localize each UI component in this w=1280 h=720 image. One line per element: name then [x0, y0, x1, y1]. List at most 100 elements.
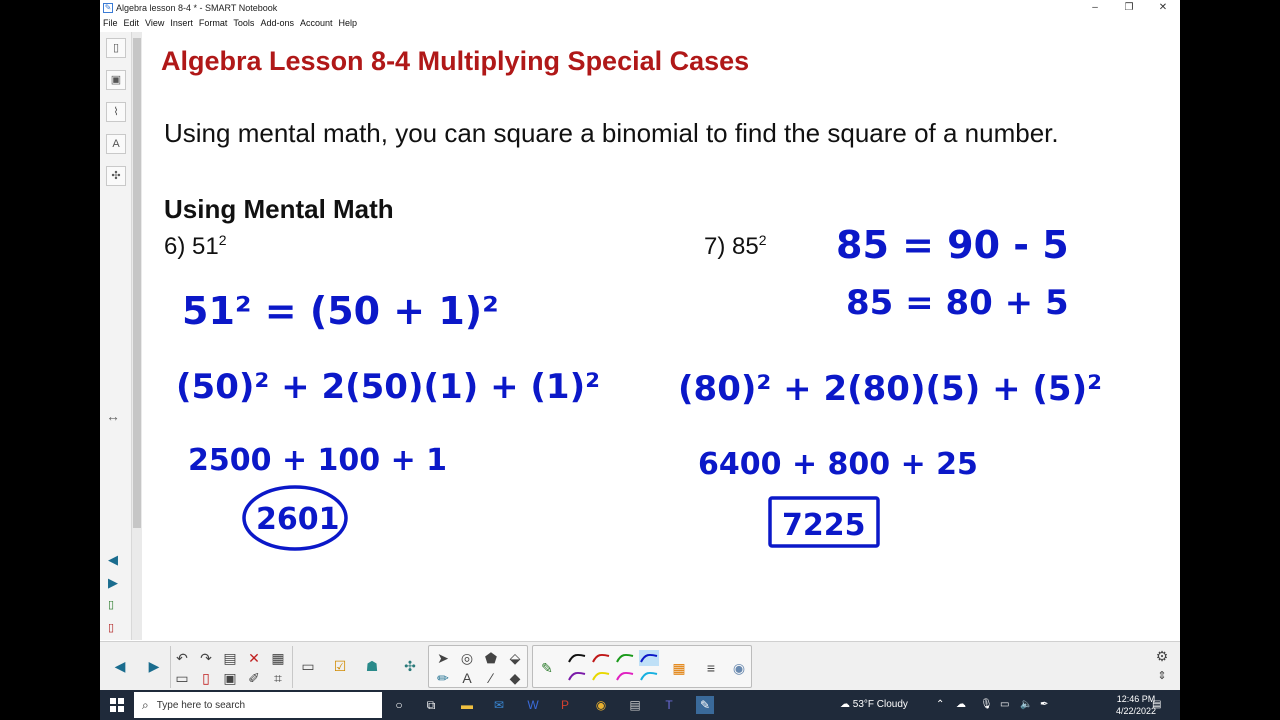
ink-6-line3: 2500 + 100 + 1 — [188, 443, 447, 478]
menu-format[interactable]: Format — [199, 18, 228, 28]
smart-notebook-taskbar-icon[interactable]: ✎ — [696, 696, 714, 714]
line-tool-icon[interactable]: ∕ — [481, 668, 501, 688]
pen-cyan-icon[interactable] — [639, 668, 659, 684]
effects-icon[interactable]: ◉ — [729, 658, 749, 678]
show-hidden-icons-icon[interactable]: ⌃ — [936, 699, 944, 710]
menu-insert[interactable]: Insert — [170, 18, 193, 28]
clock[interactable]: 12:46 PM 4/22/2022 — [1116, 693, 1156, 717]
toolbar-position-icon[interactable]: ⇕ — [1152, 666, 1172, 686]
addons-icon[interactable]: ✣ — [400, 656, 420, 676]
pen-black-icon[interactable] — [567, 650, 587, 666]
color-palette-icon[interactable]: ▦ — [669, 658, 689, 678]
menu-account[interactable]: Account — [300, 18, 333, 28]
format-painter-icon[interactable]: ✐ — [244, 668, 264, 688]
gallery-icon[interactable]: ▣ — [106, 70, 126, 90]
tool-group-pens: ✎ ▦ ≡ ◉ — [532, 645, 752, 688]
select-arrow-icon[interactable]: ➤ — [433, 648, 453, 668]
response-icon[interactable]: ☑ — [330, 656, 350, 676]
ink-7-line1: 85 = 90 - 5 — [836, 223, 1069, 267]
pen-workspace-icon[interactable]: ✒ — [1040, 699, 1048, 710]
attachments-icon[interactable]: ⌇ — [106, 102, 126, 122]
network-icon[interactable]: ▭ — [1000, 699, 1009, 710]
pdf-icon[interactable]: ▯ — [196, 668, 216, 688]
title-bar: ✎ Algebra lesson 8-4 * - SMART Notebook … — [100, 0, 1180, 16]
minimize-button[interactable]: – — [1078, 0, 1112, 16]
magic-pen-icon[interactable]: ◎ — [457, 648, 477, 668]
undo-icon[interactable]: ↶ — [172, 648, 192, 668]
next-page-icon[interactable]: ▶ — [144, 656, 164, 676]
add-page-icon[interactable]: ▯ — [108, 598, 114, 611]
pen-tool-icon[interactable]: ✎ — [537, 658, 557, 678]
previous-page-arrow-icon[interactable]: ◀ — [108, 552, 118, 568]
pens-icon[interactable]: ✏ — [433, 668, 453, 688]
cortana-icon[interactable]: ○ — [390, 696, 408, 714]
paste-icon[interactable]: ▤ — [220, 648, 240, 668]
addons-puzzle-icon[interactable]: ✣ — [106, 166, 126, 186]
windows-start-icon[interactable] — [110, 698, 124, 712]
menu-view[interactable]: View — [145, 18, 164, 28]
pen-yellow-icon[interactable] — [591, 668, 611, 684]
next-page-arrow-icon[interactable]: ▶ — [108, 575, 118, 591]
redo-icon[interactable]: ↷ — [196, 648, 216, 668]
cloud-icon: ☁ — [840, 699, 853, 710]
ink-7-line2: 85 = 80 + 5 — [846, 283, 1069, 323]
window-controls: – ❐ ✕ — [1078, 0, 1180, 16]
notifications-icon[interactable]: ▤ — [1152, 699, 1161, 710]
mail-icon[interactable]: ✉ — [490, 696, 508, 714]
menu-tools[interactable]: Tools — [233, 18, 254, 28]
save-icon[interactable]: ▣ — [220, 668, 240, 688]
teams-icon[interactable]: T — [660, 696, 678, 714]
chrome-icon[interactable]: ◉ — [592, 696, 610, 714]
side-tab-panel: ▯ ▣ ⌇ A ✣ ↔ ◀ ▶ ▯ ▯ — [100, 32, 132, 640]
ink-6-answer: 2601 — [256, 502, 340, 537]
file-explorer-icon[interactable]: ▬ — [458, 696, 476, 714]
menu-file[interactable]: File — [103, 18, 118, 28]
scrollbar-thumb[interactable] — [133, 38, 141, 528]
app-icon[interactable]: ▤ — [626, 696, 644, 714]
shapes-icon[interactable]: ⬟ — [481, 648, 501, 668]
word-icon[interactable]: W — [524, 696, 542, 714]
text-tool-icon[interactable]: A — [457, 668, 477, 688]
fill-icon[interactable]: ⬙ — [505, 648, 525, 668]
pen-pink-icon[interactable] — [615, 668, 635, 684]
eraser-icon[interactable]: ◆ — [505, 668, 525, 688]
tool-group-select: ➤ ◎ ⬟ ⬙ ✏ A ∕ ◆ — [428, 645, 528, 688]
notebook-page[interactable]: Algebra Lesson 8-4 Multiplying Special C… — [142, 32, 1180, 640]
vertical-scrollbar[interactable] — [132, 32, 142, 640]
lab-activity-icon[interactable]: ☗ — [362, 656, 382, 676]
delete-page-icon[interactable]: ▯ — [108, 621, 114, 634]
smart-notebook-app-icon: ✎ — [103, 3, 113, 13]
restore-button[interactable]: ❐ — [1112, 0, 1146, 16]
onedrive-icon[interactable]: ☁ — [956, 699, 966, 710]
weather-widget[interactable]: ☁ 53°F Cloudy — [840, 699, 908, 710]
ink-7-line3: (80)² + 2(80)(5) + (5)² — [678, 369, 1102, 409]
pen-green-icon[interactable] — [615, 650, 635, 666]
pen-purple-icon[interactable] — [567, 668, 587, 684]
properties-icon[interactable]: A — [106, 134, 126, 154]
microphone-icon[interactable]: 🎙 — [980, 699, 993, 710]
menu-addons[interactable]: Add-ons — [260, 18, 294, 28]
window-title: Algebra lesson 8-4 * - SMART Notebook — [116, 3, 278, 13]
pen-red-icon[interactable] — [591, 650, 611, 666]
toolbar-separator — [292, 646, 293, 688]
open-file-icon[interactable]: ▭ — [172, 668, 192, 688]
close-button[interactable]: ✕ — [1146, 0, 1180, 16]
line-style-icon[interactable]: ≡ — [701, 658, 721, 678]
menu-help[interactable]: Help — [339, 18, 358, 28]
menu-bar: File Edit View Insert Format Tools Add-o… — [100, 16, 357, 30]
menu-edit[interactable]: Edit — [124, 18, 140, 28]
crop-icon[interactable]: ⌗ — [268, 668, 288, 688]
taskbar-search-box[interactable]: ⌕ Type here to search — [134, 692, 382, 718]
ink-6-line1: 51² = (50 + 1)² — [182, 289, 499, 333]
volume-icon[interactable]: 🔈 — [1020, 699, 1032, 710]
collapse-panel-icon[interactable]: ↔ — [106, 408, 120, 424]
powerpoint-icon[interactable]: P — [556, 696, 574, 714]
delete-icon[interactable]: ✕ — [244, 648, 264, 668]
previous-page-icon[interactable]: ◀ — [110, 656, 130, 676]
pen-blue-icon-selected[interactable] — [639, 650, 659, 666]
page-sorter-icon[interactable]: ▯ — [106, 38, 126, 58]
table-icon[interactable]: ▦ — [268, 648, 288, 668]
task-view-icon[interactable]: ⧉ — [422, 696, 440, 714]
screen-shade-icon[interactable]: ▭ — [298, 656, 318, 676]
settings-gear-icon[interactable]: ⚙ — [1152, 646, 1172, 666]
